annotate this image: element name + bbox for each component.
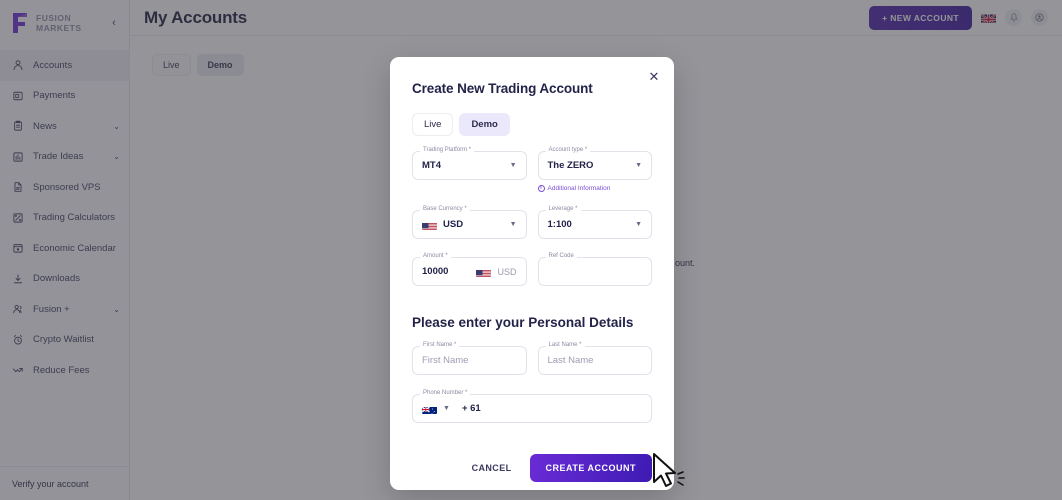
au-flag-icon xyxy=(422,404,437,414)
chevron-down-icon: ▼ xyxy=(635,221,642,228)
amount-label: Amount * xyxy=(420,252,451,259)
account-type-label: Account type * xyxy=(545,146,591,153)
chevron-down-icon: ▼ xyxy=(509,221,517,228)
us-flag-icon xyxy=(422,220,437,230)
last-name-placeholder: Last Name xyxy=(547,355,594,366)
dialog-mode-tabs: Live Demo xyxy=(412,113,652,136)
row-currency-leverage: Base Currency * USD ▼ Leverage * 1:100 ▼ xyxy=(412,205,652,239)
trading-platform-field[interactable]: Trading Platform * MT4 ▼ xyxy=(412,146,527,192)
ref-code-label: Ref Code xyxy=(545,252,577,259)
personal-details-heading: Please enter your Personal Details xyxy=(412,315,634,330)
account-type-select[interactable]: The ZERO ▼ xyxy=(537,151,652,180)
cancel-button[interactable]: CANCEL xyxy=(470,457,514,479)
first-name-placeholder: First Name xyxy=(422,355,469,366)
amount-currency-suffix: USD xyxy=(497,266,517,277)
dialog-footer: CANCEL CREATE ACCOUNT xyxy=(412,454,652,482)
account-type-value: The ZERO xyxy=(547,160,594,171)
base-currency-select[interactable]: USD ▼ xyxy=(412,210,527,239)
phone-number-label: Phone Number * xyxy=(420,389,471,396)
row-phone: Phone Number * ▼ + 61 xyxy=(412,389,652,423)
last-name-input[interactable]: Last Name xyxy=(537,346,652,375)
base-currency-value: USD xyxy=(443,219,464,230)
close-icon[interactable]: ✕ xyxy=(647,69,661,83)
info-circle-icon: i xyxy=(537,185,545,192)
leverage-select[interactable]: 1:100 ▼ xyxy=(537,210,652,239)
au-flag-svg xyxy=(422,406,437,414)
row-names: First Name * First Name Last Name * Last… xyxy=(412,341,652,375)
dialog-tab-live[interactable]: Live xyxy=(412,113,454,136)
chevron-down-icon: ▼ xyxy=(635,162,642,169)
row-platform-accounttype: Trading Platform * MT4 ▼ Account type * … xyxy=(412,146,653,192)
last-name-label: Last Name * xyxy=(545,341,585,348)
first-name-input[interactable]: First Name xyxy=(412,346,527,375)
amount-input-wrapper[interactable]: 10000 USD xyxy=(412,257,527,286)
first-name-field[interactable]: First Name * First Name xyxy=(412,341,527,375)
base-currency-field[interactable]: Base Currency * USD ▼ xyxy=(412,205,527,239)
trading-platform-select[interactable]: MT4 ▼ xyxy=(412,151,527,180)
last-name-field[interactable]: Last Name * Last Name xyxy=(537,341,652,375)
ref-code-input[interactable] xyxy=(537,257,652,286)
leverage-value: 1:100 xyxy=(547,219,572,230)
trading-platform-value: MT4 xyxy=(422,160,441,171)
leverage-field[interactable]: Leverage * 1:100 ▼ xyxy=(537,205,652,239)
amount-field[interactable]: Amount * 10000 USD xyxy=(412,252,527,286)
leverage-label: Leverage * xyxy=(545,205,581,212)
chevron-down-icon: ▼ xyxy=(509,162,517,169)
dialog-tab-demo[interactable]: Demo xyxy=(459,113,510,136)
ref-code-field[interactable]: Ref Code xyxy=(537,252,652,286)
first-name-label: First Name * xyxy=(420,341,460,348)
amount-value[interactable]: 10000 xyxy=(422,266,470,277)
additional-information-label: Additional Information xyxy=(547,185,611,192)
app-root: FUSION MARKETS ‹ AccountsPaymentsNews⌄Tr… xyxy=(0,0,1062,500)
create-trading-account-dialog: ✕ Create New Trading Account Live Demo Tr… xyxy=(390,57,674,490)
base-currency-label: Base Currency * xyxy=(420,205,470,212)
chevron-down-icon[interactable]: ▼ xyxy=(443,405,450,412)
phone-number-value[interactable]: + 61 xyxy=(462,403,642,414)
trading-platform-label: Trading Platform * xyxy=(420,146,475,153)
account-type-field[interactable]: Account type * The ZERO ▼ i Additional I… xyxy=(537,146,653,192)
us-flag-svg xyxy=(422,222,437,230)
phone-number-field[interactable]: Phone Number * ▼ + 61 xyxy=(412,389,652,423)
create-account-button[interactable]: CREATE ACCOUNT xyxy=(529,454,652,482)
phone-number-input[interactable]: ▼ + 61 xyxy=(412,394,652,423)
dialog-title: Create New Trading Account xyxy=(412,81,593,96)
additional-information-link[interactable]: i Additional Information xyxy=(537,185,653,192)
row-amount-refcode: Amount * 10000 USD Ref Code xyxy=(412,252,652,286)
us-flag-icon xyxy=(476,267,492,277)
us-flag-svg xyxy=(476,269,492,277)
